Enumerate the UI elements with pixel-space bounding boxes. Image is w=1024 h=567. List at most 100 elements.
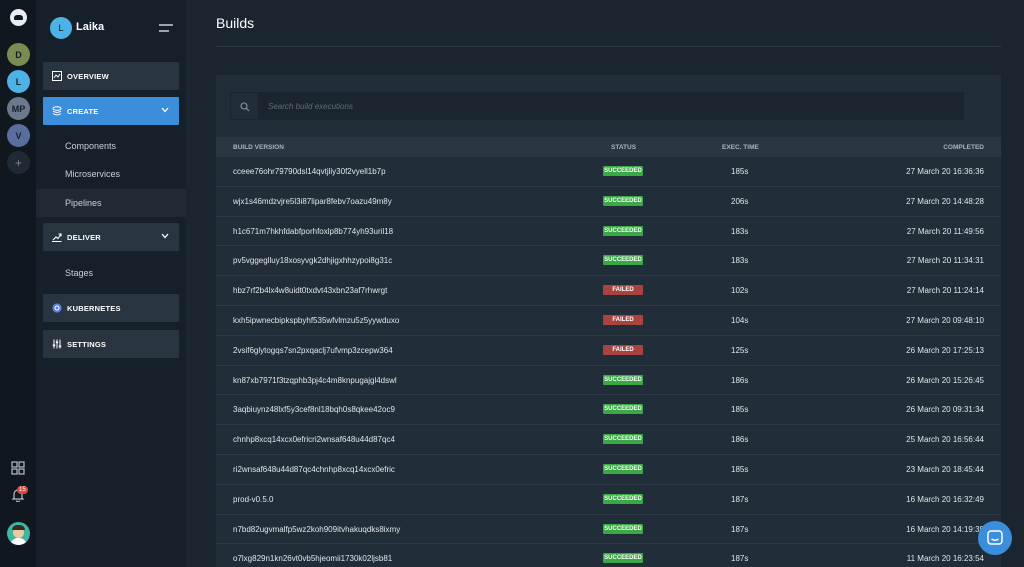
- nav-microservices[interactable]: Microservices: [65, 169, 120, 179]
- trending-up-icon: [52, 233, 62, 242]
- table-row[interactable]: prod-v0.5.0 SUCCEEDED 187s 16 March 20 16:3…: [216, 485, 1001, 515]
- status-badge: SUCCEEDED: [603, 523, 643, 534]
- table-header: BUILD VERSION STATUS EXEC. TIME COMPLETE…: [216, 137, 1001, 157]
- workspace-avatar-mp[interactable]: MP: [7, 97, 30, 120]
- completed-time: 27 March 20 11:24:14: [906, 286, 984, 296]
- nav-pipelines-highlight: [36, 189, 186, 217]
- exec-time: 125s: [731, 345, 749, 355]
- completed-time: 27 March 20 14:48:28: [906, 196, 984, 206]
- exec-time: 187s: [731, 494, 749, 504]
- build-version[interactable]: cceee76ohr79790dsl14qvtjliy30f2vyell1b7p: [233, 167, 386, 176]
- completed-time: 26 March 20 17:25:13: [906, 345, 984, 355]
- chevron-down-icon: [161, 233, 169, 239]
- nav-stages[interactable]: Stages: [65, 268, 93, 278]
- kubernetes-icon: [52, 303, 62, 313]
- nav-settings-label: SETTINGS: [67, 339, 107, 349]
- collapse-sidebar-icon[interactable]: [159, 23, 173, 33]
- notification-count-badge: 15: [17, 486, 28, 494]
- build-version[interactable]: 2vsif6glytogqs7sn2pxqaclj7ufvmp3zcepw364: [233, 346, 393, 355]
- nav-deliver[interactable]: DELIVER: [43, 223, 179, 251]
- completed-time: 27 March 20 09:48:10: [906, 316, 984, 325]
- table-row[interactable]: kxh5ipwnecbipkspbyhf535wfvlmzu5z5yywduxo…: [216, 306, 1001, 336]
- exec-time: 104s: [731, 316, 749, 325]
- status-badge: SUCCEEDED: [603, 404, 643, 415]
- nav-kubernetes[interactable]: KUBERNETES: [43, 294, 179, 322]
- workspace-avatar-d[interactable]: D: [7, 43, 30, 66]
- exec-time: 183s: [731, 256, 749, 266]
- chat-icon: [987, 530, 1003, 545]
- workspace-avatar-v[interactable]: V: [7, 124, 30, 147]
- build-version[interactable]: 3aqbiuynz48lxf5y3cef8nl18bqh0s8qkee42oc9: [233, 405, 395, 414]
- table-row[interactable]: ri2wnsaf648u44d87qc4chnhp8xcq14xcx0efric…: [216, 455, 1001, 485]
- search-icon: [240, 102, 250, 112]
- exec-time: 185s: [731, 465, 749, 474]
- build-version[interactable]: wjx1s46mdzvjre5l3i87lipar8febv7oazu49m8y: [233, 197, 392, 206]
- nav-pipelines[interactable]: Pipelines: [65, 198, 102, 208]
- exec-time: 187s: [731, 524, 749, 534]
- table-row[interactable]: n7bd82ugvmalfp5wz2koh909itvhakuqdks8ixmy…: [216, 515, 1001, 545]
- sliders-icon: [52, 339, 62, 349]
- table-row[interactable]: h1c671m7hkhfdabfporhfoxlp8b774yh93uril18…: [216, 217, 1001, 247]
- build-version[interactable]: o7lxg829n1kn26vt0vb5hjeomii1730k02ljsb81: [233, 554, 392, 563]
- column-header-completed[interactable]: COMPLETED: [943, 144, 984, 151]
- search-input[interactable]: [268, 92, 948, 120]
- project-name[interactable]: Laika: [76, 21, 104, 33]
- completed-time: 27 March 20 16:36:36: [906, 167, 984, 176]
- builds-card: BUILD VERSION STATUS EXEC. TIME COMPLETE…: [216, 75, 1001, 567]
- apps-grid-icon[interactable]: [11, 461, 25, 475]
- layers-icon: [52, 106, 62, 116]
- chat-support-button[interactable]: [978, 521, 1012, 555]
- nav-components[interactable]: Components: [65, 141, 116, 151]
- table-row[interactable]: o7lxg829n1kn26vt0vb5hjeomii1730k02ljsb81…: [216, 544, 1001, 567]
- status-badge: SUCCEEDED: [603, 255, 643, 266]
- build-version[interactable]: pv5vggeglluy18xosyvgk2dhjigxhhzypoi8g31c: [233, 256, 392, 265]
- status-badge: FAILED: [603, 344, 643, 355]
- status-badge: SUCCEEDED: [603, 374, 643, 385]
- app-logo-icon[interactable]: [10, 9, 27, 26]
- nav-deliver-label: DELIVER: [67, 232, 101, 242]
- workspace-avatar-l[interactable]: L: [7, 70, 30, 93]
- table-row[interactable]: kn87xb7971f3tzqphb3pj4c4m8knpugajgl4dswl…: [216, 366, 1001, 396]
- completed-time: 25 March 20 16:56:44: [906, 435, 984, 445]
- table-row[interactable]: hbz7rf2b4lx4w8uidt0txdvt43xbn23af7rhwrgt…: [216, 276, 1001, 306]
- column-header-status[interactable]: STATUS: [611, 144, 636, 151]
- build-version[interactable]: prod-v0.5.0: [233, 495, 273, 504]
- build-version[interactable]: n7bd82ugvmalfp5wz2koh909itvhakuqdks8ixmy: [233, 525, 400, 534]
- build-version[interactable]: chnhp8xcq14xcx0efricri2wnsaf648u44d87qc4: [233, 435, 395, 444]
- table-row[interactable]: wjx1s46mdzvjre5l3i87lipar8febv7oazu49m8y…: [216, 187, 1001, 217]
- completed-time: 26 March 20 09:31:34: [906, 405, 984, 415]
- status-badge: SUCCEEDED: [603, 493, 643, 504]
- exec-time: 185s: [731, 405, 749, 415]
- exec-time: 187s: [731, 554, 749, 564]
- build-version[interactable]: kn87xb7971f3tzqphb3pj4c4m8knpugajgl4dswl: [233, 376, 397, 385]
- build-version[interactable]: hbz7rf2b4lx4w8uidt0txdvt43xbn23af7rhwrgt: [233, 286, 387, 295]
- exec-time: 186s: [731, 375, 749, 385]
- completed-time: 27 March 20 11:49:56: [906, 226, 984, 236]
- build-version[interactable]: ri2wnsaf648u44d87qc4chnhp8xcq14xcx0efric: [233, 465, 395, 474]
- status-badge: SUCCEEDED: [603, 464, 643, 474]
- status-badge: SUCCEEDED: [603, 195, 643, 206]
- exec-time: 183s: [731, 226, 749, 236]
- build-version[interactable]: h1c671m7hkhfdabfporhfoxlp8b774yh93uril18: [233, 227, 393, 236]
- table-row[interactable]: chnhp8xcq14xcx0efricri2wnsaf648u44d87qc4…: [216, 425, 1001, 455]
- search-button[interactable]: [230, 92, 259, 120]
- exec-time: 185s: [731, 167, 749, 176]
- column-header-exec-time[interactable]: EXEC. TIME: [722, 144, 759, 151]
- table-row[interactable]: 3aqbiuynz48lxf5y3cef8nl18bqh0s8qkee42oc9…: [216, 395, 1001, 426]
- table-row[interactable]: pv5vggeglluy18xosyvgk2dhjigxhhzypoi8g31c…: [216, 246, 1001, 277]
- add-workspace-button[interactable]: +: [7, 151, 30, 174]
- status-badge: SUCCEEDED: [603, 225, 643, 236]
- nav-create-label: CREATE: [67, 106, 99, 116]
- nav-overview[interactable]: OVERVIEW: [43, 62, 179, 90]
- build-version[interactable]: kxh5ipwnecbipkspbyhf535wfvlmzu5z5yywduxo: [233, 316, 399, 325]
- completed-time: 26 March 20 15:26:45: [906, 375, 984, 385]
- exec-time: 102s: [731, 286, 749, 296]
- status-badge: SUCCEEDED: [603, 434, 643, 445]
- search-bar: [230, 92, 964, 120]
- table-row[interactable]: 2vsif6glytogqs7sn2pxqaclj7ufvmp3zcepw364…: [216, 336, 1001, 366]
- table-row[interactable]: cceee76ohr79790dsl14qvtjliy30f2vyell1b7p…: [216, 157, 1001, 187]
- nav-create[interactable]: CREATE: [43, 97, 179, 125]
- nav-settings[interactable]: SETTINGS: [43, 330, 179, 358]
- user-avatar[interactable]: [7, 522, 30, 545]
- column-header-version[interactable]: BUILD VERSION: [233, 144, 284, 151]
